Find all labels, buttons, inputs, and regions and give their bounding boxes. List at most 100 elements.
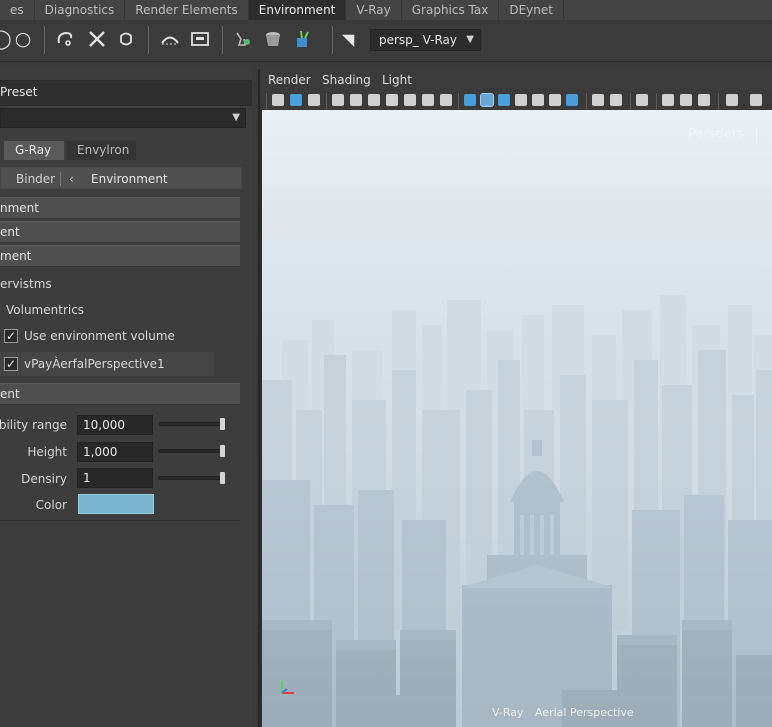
tab-es[interactable]: es xyxy=(0,0,35,20)
camera-name-label: Persders xyxy=(688,127,744,142)
gear-icon[interactable] xyxy=(726,94,738,106)
lasso-icon[interactable] xyxy=(54,28,76,50)
field-chart-icon[interactable] xyxy=(422,94,434,106)
xray-joints-icon[interactable] xyxy=(680,94,692,106)
smooth-shade-icon[interactable] xyxy=(480,93,494,107)
height-slider[interactable] xyxy=(158,449,224,453)
use-env-volume-label: Use environment volume xyxy=(24,329,175,343)
section-header-3[interactable]: ment xyxy=(0,245,240,267)
paint-icon[interactable] xyxy=(232,28,254,50)
tab-graphics-tax[interactable]: Graphics Tax xyxy=(402,0,500,20)
default-material-icon[interactable] xyxy=(498,94,510,106)
aerial-perspective-checkbox[interactable]: ✓ xyxy=(4,357,18,371)
density-handle[interactable] xyxy=(220,472,225,484)
density-slider[interactable] xyxy=(158,476,224,480)
viewport-effect-label: Aerial Perspective xyxy=(535,706,634,719)
density-label: Densiry xyxy=(21,472,67,486)
tab-render-elements[interactable]: Render Elements xyxy=(125,0,249,20)
visibility-range-handle[interactable] xyxy=(220,418,225,430)
ambient-occlusion-icon[interactable] xyxy=(566,94,578,106)
chevron-down-icon: ▼ xyxy=(466,34,474,45)
redo-view-icon[interactable] xyxy=(610,94,622,106)
resolution-gate-icon[interactable] xyxy=(350,94,362,106)
viewport-render[interactable] xyxy=(262,110,772,727)
toolbar-separator xyxy=(326,93,327,109)
bookmark-icon[interactable] xyxy=(308,94,320,106)
toolbar-separator xyxy=(222,26,223,54)
nav-environment[interactable]: Environment xyxy=(91,168,168,190)
visibility-range-slider[interactable] xyxy=(158,422,224,426)
tab-environment[interactable]: Environment xyxy=(248,0,347,20)
toolbar-separator xyxy=(148,26,149,54)
aerial-perspective-label: vPayÀerfalPerspective1 xyxy=(24,357,165,371)
menu-light[interactable]: Light xyxy=(382,69,412,91)
menu-render[interactable]: Render xyxy=(268,69,311,91)
viewport-menu-bar: Render Shading Light xyxy=(260,69,772,91)
safe-title-icon[interactable] xyxy=(404,94,416,106)
subtab-environment[interactable]: Envylron xyxy=(66,141,136,160)
camera-select-value: persp_ V-Ray xyxy=(379,33,457,47)
preset-dropdown[interactable]: ▼ xyxy=(0,108,246,128)
camera-select[interactable]: persp_ V-Ray ▼ xyxy=(370,29,481,51)
nav-divider xyxy=(60,172,61,186)
undo-view-icon[interactable] xyxy=(592,94,604,106)
select-camera-icon[interactable] xyxy=(272,94,284,106)
circle-outline-icon[interactable]: ○ xyxy=(12,28,34,50)
toolbar-separator xyxy=(44,26,45,54)
isolate-icon[interactable] xyxy=(636,94,648,106)
subtab-vray[interactable]: G-Ray xyxy=(4,141,64,160)
close-icon[interactable] xyxy=(86,28,108,50)
safe-action-icon[interactable] xyxy=(386,94,398,106)
nav-binder[interactable]: Binder xyxy=(16,168,55,190)
toolbar-separator xyxy=(630,93,631,109)
frame-icon[interactable] xyxy=(189,28,211,50)
section-header-2[interactable]: ent xyxy=(0,221,240,243)
color-label: Color xyxy=(35,498,67,512)
maya-window: es Diagnostics Render Elements Environme… xyxy=(0,0,772,727)
toolbar-separator xyxy=(266,93,267,109)
shadows-icon[interactable] xyxy=(549,94,561,106)
attribute-editor: Preset ▼ G-Ray Envylron Binder ‹ Environ… xyxy=(0,66,252,727)
shelf-toolbar: ◯ ○ ◥ persp_ V-Ray ▼ xyxy=(0,20,772,62)
viewport-renderer-label: V-Ray xyxy=(492,706,524,719)
wireframe-icon[interactable] xyxy=(464,94,476,106)
xray-active-icon[interactable] xyxy=(698,94,710,106)
rotate-icon[interactable] xyxy=(115,28,137,50)
toolbar-separator xyxy=(458,93,459,109)
toolbar-separator xyxy=(332,26,333,54)
color-swatch[interactable] xyxy=(78,494,154,514)
height-label: Height xyxy=(27,445,67,459)
panel-divider xyxy=(0,520,240,521)
menu-shading[interactable]: Shading xyxy=(322,69,371,91)
axis-gizmo-icon xyxy=(278,677,298,701)
pot-icon[interactable] xyxy=(262,28,284,50)
tab-deynet[interactable]: DEynet xyxy=(499,0,564,20)
density-field[interactable]: 1 xyxy=(77,468,153,488)
node-nav-row: Binder ‹ Environment xyxy=(0,167,242,189)
tab-diagnostics[interactable]: Diagnostics xyxy=(35,0,126,20)
circle-icon[interactable]: ◯ xyxy=(0,28,12,50)
nav-back-icon[interactable]: ‹ xyxy=(69,168,74,190)
chevron-down-icon: ▼ xyxy=(232,112,240,123)
volumetrics-label: Volumentrics xyxy=(6,303,85,317)
camera-icon[interactable]: ◥ xyxy=(342,30,354,49)
exposure-icon[interactable] xyxy=(750,94,762,106)
visibility-range-field[interactable]: 10,000 xyxy=(77,415,153,435)
preset-header xyxy=(0,80,252,106)
xray-icon[interactable] xyxy=(662,94,674,106)
lighting-icon[interactable] xyxy=(532,94,544,106)
gate-mask-icon[interactable] xyxy=(440,94,452,106)
use-env-volume-checkbox[interactable]: ✓ xyxy=(4,329,18,343)
section-header-1[interactable]: nment xyxy=(0,197,240,219)
height-field[interactable]: 1,000 xyxy=(77,442,153,462)
section-header-attributes[interactable]: ent xyxy=(0,383,240,405)
textured-icon[interactable] xyxy=(515,94,527,106)
plant-icon[interactable] xyxy=(292,28,314,50)
viewport-panel: Render Shading Light Persders V-Ray Aeri… xyxy=(258,69,772,727)
film-gate-icon[interactable] xyxy=(332,94,344,106)
grid-icon[interactable] xyxy=(368,94,380,106)
camera-attributes-icon[interactable] xyxy=(290,94,302,106)
tab-vray[interactable]: V-Ray xyxy=(346,0,402,20)
height-handle[interactable] xyxy=(220,445,225,457)
arc-icon[interactable] xyxy=(159,28,181,50)
